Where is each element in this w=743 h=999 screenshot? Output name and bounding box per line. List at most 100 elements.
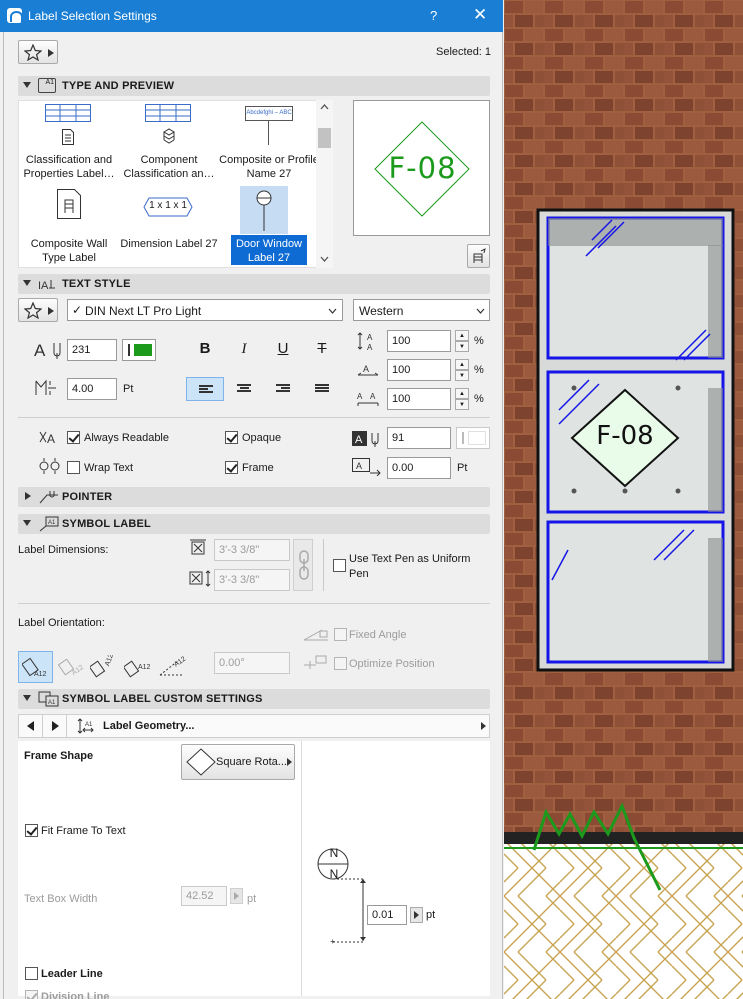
label-height-icon <box>189 570 211 587</box>
drawing-label-text[interactable]: F-08 <box>568 421 682 451</box>
favorites-button[interactable] <box>18 40 58 64</box>
svg-text:A: A <box>357 392 363 401</box>
orientation-perpendicular-icon: A12 <box>90 655 115 678</box>
text-favorites-button[interactable] <box>18 298 58 322</box>
text-box-width-input[interactable]: 42.52 <box>181 886 227 906</box>
justify-button[interactable] <box>303 377 341 401</box>
italic-button[interactable]: I <box>225 337 263 361</box>
chain-link-icon <box>299 550 309 580</box>
width-factor-spinner[interactable]: ▲ ▼ <box>455 330 469 352</box>
window-title: Label Selection Settings <box>28 9 157 23</box>
close-button[interactable]: ✕ <box>473 5 487 25</box>
text-pen-color[interactable] <box>122 339 156 361</box>
orientation-parallel-button[interactable]: A12 <box>56 651 88 683</box>
drawing-canvas[interactable]: F-08 <box>504 0 743 999</box>
fit-frame-checkbox[interactable] <box>25 824 38 837</box>
prev-page-button[interactable] <box>19 715 43 737</box>
orientation-horizontal-button[interactable]: A12 <box>18 651 53 683</box>
align-right-button[interactable] <box>264 377 302 401</box>
spacing-spinner[interactable]: ▲ ▼ <box>455 359 469 381</box>
star-icon <box>24 302 42 319</box>
orientation-custom-button[interactable]: A12 <box>156 651 188 683</box>
bold-button[interactable]: B <box>186 337 224 361</box>
orientation-perpendicular-button[interactable]: A12 <box>88 651 120 683</box>
leader-line-checkbox[interactable] <box>25 967 38 980</box>
section-symbol-label[interactable]: A1 SYMBOL LABEL <box>18 514 490 534</box>
division-line-checkbox[interactable] <box>25 990 38 999</box>
page-divider <box>301 741 302 996</box>
list-item-label: Classification and Properties Label… <box>23 154 115 180</box>
scroll-up-icon[interactable] <box>320 104 329 110</box>
list-item[interactable]: Composite Wall Type Label <box>19 185 119 269</box>
page-select[interactable]: A1 Label Geometry... <box>67 715 489 737</box>
scroll-down-icon[interactable] <box>320 256 329 262</box>
title-bar: Label Selection Settings ? ✕ <box>0 0 503 32</box>
section-custom-settings[interactable]: A1 SYMBOL LABEL CUSTOM SETTINGS <box>18 689 490 709</box>
section-pointer[interactable]: POINTER <box>18 487 490 507</box>
slant-input[interactable]: 100 <box>387 388 451 410</box>
list-item[interactable]: Door Window Label 27 <box>219 185 319 269</box>
help-button[interactable]: ? <box>430 8 437 23</box>
scroll-thumb[interactable] <box>318 128 331 148</box>
label-dimensions-label: Label Dimensions: <box>18 544 109 556</box>
orientation-angle-input[interactable]: 0.00° <box>214 652 290 674</box>
always-readable-checkbox[interactable] <box>67 431 80 444</box>
spacing-input[interactable]: 100 <box>387 359 451 381</box>
slant-spinner[interactable]: ▲ ▼ <box>455 388 469 410</box>
label-height-input[interactable]: 3'-3 3/8" <box>214 569 290 591</box>
link-dimensions-button[interactable] <box>293 539 313 591</box>
chevron-left-icon <box>27 721 34 731</box>
frame-checkbox[interactable] <box>225 461 238 474</box>
pen-color-swatch <box>134 344 152 356</box>
text-size-input[interactable]: 4.00 <box>67 378 117 400</box>
list-item[interactable]: Component Classification an… <box>119 101 219 185</box>
svg-text:A12: A12 <box>34 671 47 678</box>
list-scrollbar[interactable] <box>316 100 333 268</box>
script-select[interactable]: Western <box>353 299 490 321</box>
division-line-label: Division Line <box>41 991 110 999</box>
opaque-checkbox[interactable] <box>225 431 238 444</box>
next-page-button[interactable] <box>43 715 67 737</box>
section-title: TEXT STYLE <box>62 278 131 290</box>
font-select[interactable]: ✓ DIN Next LT Pro Light <box>67 299 343 321</box>
use-text-pen-checkbox[interactable] <box>333 559 346 572</box>
align-center-button[interactable] <box>225 377 263 401</box>
custom-settings-icon: A1 <box>38 691 59 707</box>
label-width-input[interactable]: 3'-3 3/8" <box>214 539 290 561</box>
fixed-angle-checkbox[interactable] <box>334 628 347 641</box>
section-title: POINTER <box>62 491 113 503</box>
optimize-position-checkbox[interactable] <box>334 657 347 670</box>
frame-offset-input[interactable]: 0.00 <box>387 457 451 479</box>
offset-input[interactable]: 0.01 <box>367 905 407 925</box>
background-pen-color[interactable] <box>456 427 490 449</box>
width-factor-input[interactable]: 100 <box>387 330 451 352</box>
optimize-position-label: Optimize Position <box>349 658 435 670</box>
strikethrough-button[interactable]: T <box>303 337 341 361</box>
leader-line-icon <box>268 121 269 145</box>
percent-label: % <box>474 335 484 347</box>
orientation-fixed-button[interactable]: A12 <box>122 651 154 683</box>
underline-button[interactable]: U <box>264 337 302 361</box>
wrap-text-checkbox[interactable] <box>67 461 80 474</box>
divider <box>323 539 324 591</box>
opaque-label: Opaque <box>242 432 282 444</box>
align-center-icon <box>237 384 251 394</box>
list-item[interactable]: 1 x 1 x 1 Dimension Label 27 <box>119 185 219 269</box>
text-pen-input[interactable]: 231 <box>67 339 117 361</box>
svg-text:A1: A1 <box>48 520 56 526</box>
svg-text:A: A <box>367 333 373 342</box>
preview-options-button[interactable] <box>467 244 490 268</box>
offset-menu[interactable] <box>410 907 423 923</box>
align-left-button[interactable] <box>186 377 224 401</box>
svg-text:A1: A1 <box>48 700 56 706</box>
label-type-list[interactable]: Classification and Properties Label… Com… <box>18 100 319 269</box>
section-text-style[interactable]: IA TEXT STYLE <box>18 274 490 294</box>
frame-shape-button[interactable]: Square Rota... <box>181 744 295 780</box>
slant-icon: AA <box>357 392 379 406</box>
list-item[interactable]: Abcdefghi – ABC Composite or Profile Nam… <box>219 101 319 185</box>
background-pen-input[interactable]: 91 <box>387 427 451 449</box>
list-item[interactable]: Classification and Properties Label… <box>19 101 119 185</box>
section-type-and-preview[interactable]: A1 TYPE AND PREVIEW <box>18 76 490 96</box>
label-section-icon: A1 <box>38 78 56 93</box>
text-box-width-menu[interactable] <box>230 888 243 904</box>
